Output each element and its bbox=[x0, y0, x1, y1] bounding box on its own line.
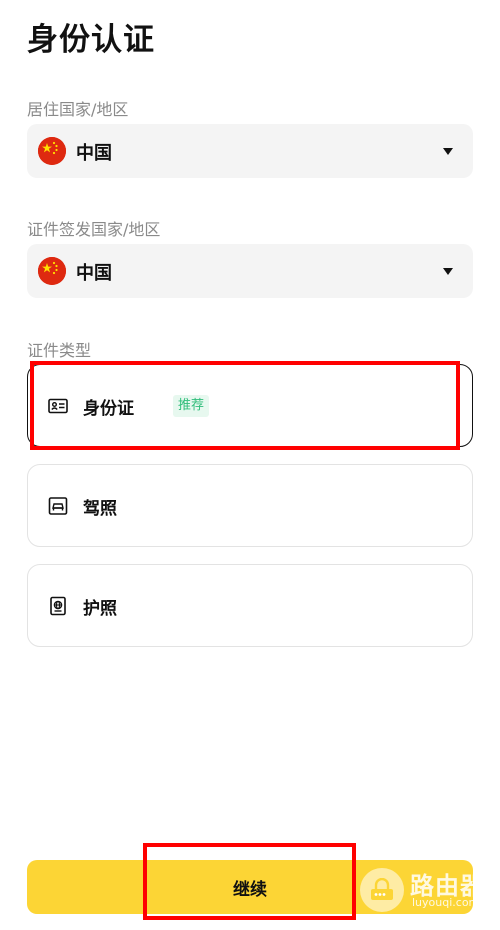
identity-verification-page: 身份认证 居住国家/地区 中国 证件签发国家/地区 中国 证件类型 身份证 推荐… bbox=[0, 0, 500, 930]
passport-icon bbox=[48, 596, 68, 616]
watermark-url: luyouqi.com bbox=[412, 896, 480, 909]
issuing-country-select[interactable]: 中国 bbox=[27, 244, 473, 298]
residence-country-value: 中国 bbox=[76, 143, 112, 164]
issuing-country-value: 中国 bbox=[76, 263, 112, 284]
watermark: 路由器 luyouqi.com bbox=[360, 864, 495, 916]
document-option-label: 身份证 bbox=[83, 399, 134, 419]
document-option-passport[interactable]: 护照 bbox=[27, 564, 473, 647]
china-flag-icon bbox=[38, 257, 66, 285]
issuing-country-label: 证件签发国家/地区 bbox=[27, 220, 161, 239]
id-card-icon bbox=[48, 396, 68, 416]
china-flag-icon bbox=[38, 137, 66, 165]
document-option-label: 护照 bbox=[83, 599, 117, 619]
chevron-down-icon bbox=[443, 148, 453, 155]
document-option-id-card[interactable]: 身份证 推荐 bbox=[27, 364, 473, 447]
recommended-badge: 推荐 bbox=[173, 395, 210, 417]
document-type-label: 证件类型 bbox=[27, 341, 92, 360]
driver-license-icon bbox=[48, 496, 68, 516]
page-title: 身份认证 bbox=[27, 22, 155, 58]
router-logo-icon bbox=[360, 868, 404, 912]
chevron-down-icon bbox=[443, 268, 453, 275]
residence-country-select[interactable]: 中国 bbox=[27, 124, 473, 178]
document-option-driver-license[interactable]: 驾照 bbox=[27, 464, 473, 547]
document-option-label: 驾照 bbox=[83, 499, 117, 519]
residence-country-label: 居住国家/地区 bbox=[27, 100, 129, 119]
